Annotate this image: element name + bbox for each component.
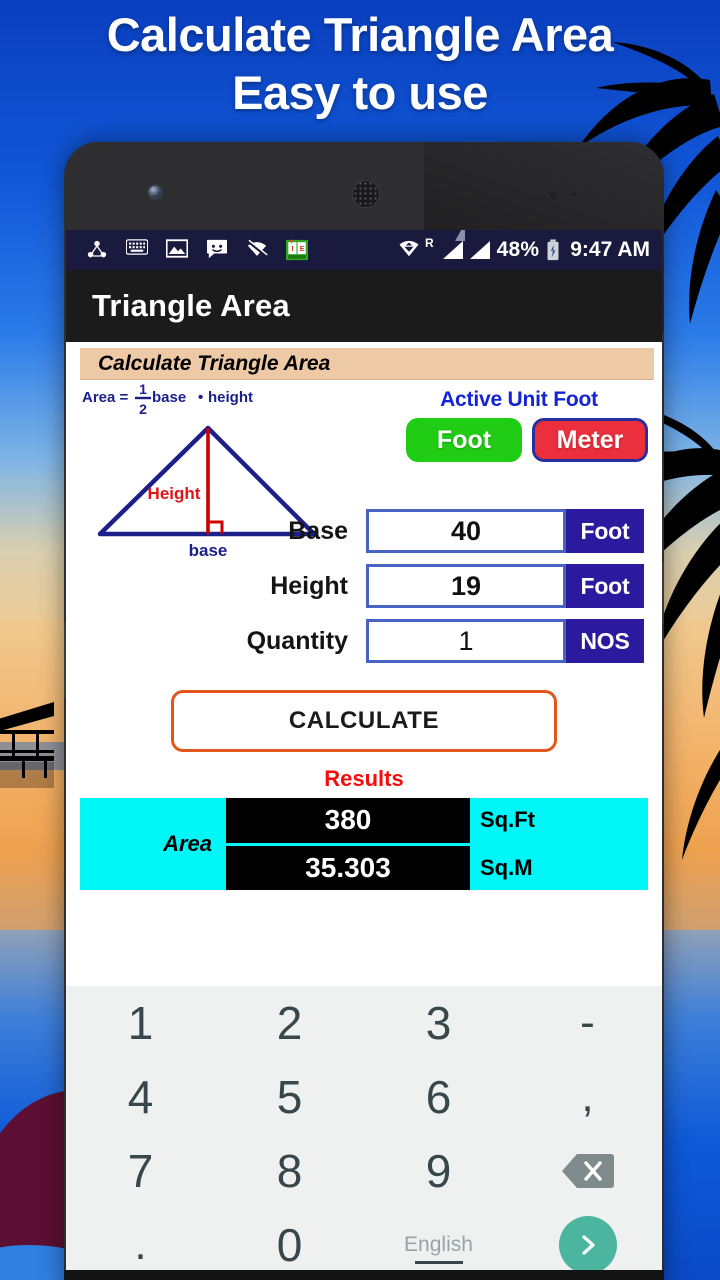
key-1[interactable]: 1	[66, 986, 215, 1060]
form-row-height: Height 19 Foot	[66, 559, 662, 613]
dictionary-icon: I E	[286, 239, 308, 261]
status-bar-left-icons: I E	[86, 239, 308, 261]
key-backspace[interactable]	[513, 1134, 662, 1208]
input-form: Base 40 Foot Height 19 Foot Quantity 1 N…	[66, 504, 662, 668]
key-minus[interactable]: -	[513, 986, 662, 1060]
height-input[interactable]: 19	[366, 564, 566, 608]
results-values-column: 380 Sq.Ft 35.303 Sq.M	[226, 798, 648, 890]
calculate-button[interactable]: CALCULATE	[171, 690, 557, 752]
numeric-keyboard: 1 2 3-4 5 6, 7 8 9. 0 English	[66, 986, 662, 1280]
area-sqft-value: 380	[226, 798, 470, 843]
proximity-sensor-icon	[550, 192, 557, 199]
status-bar: I E R 48% 9:47 AM	[66, 230, 662, 270]
keyboard-icon	[125, 239, 149, 261]
promo-line-2: Easy to use	[232, 66, 488, 119]
clock-label: 9:47 AM	[570, 238, 650, 261]
quantity-unit: NOS	[566, 619, 644, 663]
status-bar-right-icons: R 48% 9:47 AM	[398, 230, 650, 262]
key-2[interactable]: 2	[215, 986, 364, 1060]
base-input[interactable]: 40	[366, 509, 566, 553]
base-label: Base	[288, 516, 348, 545]
results-row-label: Area	[163, 831, 212, 856]
svg-text:E: E	[300, 244, 305, 253]
calculate-button-wrapper: CALCULATE	[66, 690, 662, 752]
results-heading: Results	[324, 766, 404, 791]
enter-icon	[558, 1216, 617, 1274]
promo-headline: Calculate Triangle Area Easy to use	[0, 6, 720, 122]
wifi-off-icon	[246, 239, 268, 261]
key-5[interactable]: 5	[215, 1060, 364, 1134]
results-row-sqft: 380 Sq.Ft	[226, 798, 648, 843]
section-banner-label: Calculate Triangle Area	[98, 351, 331, 375]
calculator-content: Area = 1 2 base • height Height base Act…	[66, 380, 662, 896]
key-8[interactable]: 8	[215, 1134, 364, 1208]
svg-text:I: I	[292, 244, 294, 253]
earpiece-speaker-icon	[352, 180, 380, 208]
light-sensor-icon	[572, 192, 577, 197]
app-bar: Triangle Area	[66, 270, 662, 342]
backspace-icon	[561, 1154, 614, 1188]
key-9[interactable]: 9	[364, 1134, 513, 1208]
signal-icon-1	[442, 230, 465, 259]
height-unit: Foot	[566, 564, 644, 608]
meter-unit-button[interactable]: Meter	[532, 418, 648, 462]
roaming-icon: R	[424, 236, 434, 250]
results-row-sqm: 35.303 Sq.M	[226, 845, 648, 890]
area-sqm-value: 35.303	[226, 845, 470, 890]
key-4[interactable]: 4	[66, 1060, 215, 1134]
section-banner: Calculate Triangle Area	[80, 348, 654, 380]
area-sqm-unit: Sq.M	[480, 854, 533, 880]
quantity-label: Quantity	[246, 626, 348, 655]
promo-line-1: Calculate Triangle Area	[106, 8, 614, 61]
form-row-quantity: Quantity 1 NOS	[66, 614, 662, 668]
key-7[interactable]: 7	[66, 1134, 215, 1208]
page-title: Triangle Area	[92, 288, 290, 323]
height-label: Height	[270, 571, 348, 600]
phone-top-bezel	[64, 142, 664, 230]
image-icon	[165, 239, 189, 261]
results-table: Area 380 Sq.Ft 35.303 Sq.M	[80, 798, 648, 890]
phone-screen: I E R 48% 9:47 AM Triangle Area Calculat…	[66, 230, 662, 1280]
signal-icon-2	[469, 241, 490, 259]
message-icon	[206, 239, 228, 261]
phone-bottom-bezel	[64, 1270, 664, 1280]
unit-selector: Active Unit Foot Foot Meter	[390, 388, 648, 462]
base-unit: Foot	[566, 509, 644, 553]
unit-buttons: Foot Meter	[390, 418, 648, 462]
key-comma[interactable]: ,	[513, 1060, 662, 1134]
foot-unit-button[interactable]: Foot	[406, 418, 522, 462]
key-3[interactable]: 3	[364, 986, 513, 1060]
battery-percent-label: 48%	[496, 238, 540, 261]
quantity-input[interactable]: 1	[366, 619, 566, 663]
active-unit-label: Active Unit Foot	[440, 388, 598, 411]
wifi-icon	[398, 239, 420, 261]
key-6[interactable]: 6	[364, 1060, 513, 1134]
area-sqft-unit: Sq.Ft	[480, 807, 535, 833]
front-camera-icon	[149, 186, 161, 198]
battery-icon	[546, 239, 560, 261]
phone-mockup: I E R 48% 9:47 AM Triangle Area Calculat…	[64, 142, 664, 1280]
form-row-base: Base 40 Foot	[66, 504, 662, 558]
share-icon	[86, 239, 108, 261]
svg-text:Height: Height	[148, 484, 201, 503]
